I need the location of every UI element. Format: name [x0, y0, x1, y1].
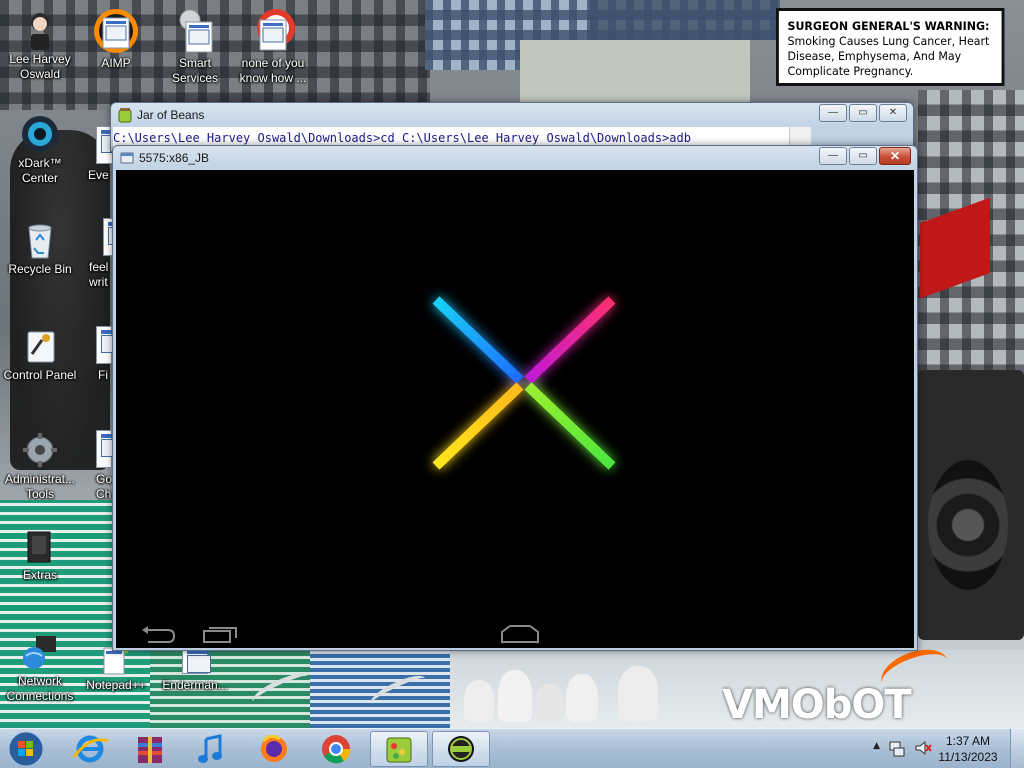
minimize-button[interactable]: — [819, 147, 847, 165]
android-boot-x-logo [432, 296, 616, 470]
desktop-icon-feel-writ[interactable]: feel writ [80, 218, 132, 290]
x-arm-cyan [432, 296, 524, 384]
volume-muted-icon[interactable] [914, 739, 932, 757]
building-lower-mid2 [310, 650, 450, 728]
warning-body: Smoking Causes Lung Cancer, Heart Diseas… [787, 34, 990, 78]
clock-date: 11/13/2023 [938, 750, 998, 764]
red-document-icon [250, 8, 296, 54]
minimize-icon: — [828, 107, 838, 118]
building-mid [520, 40, 750, 110]
extras-icon [20, 526, 60, 566]
jar-window-caption-buttons: — ▭ ✕ [819, 104, 907, 122]
gears-document-icon [172, 8, 218, 54]
x-arm-magenta [524, 296, 616, 384]
desktop-icon-smart-services[interactable]: Smart Services [155, 8, 235, 86]
show-desktop-button[interactable] [1010, 729, 1024, 768]
desktop-icon-lee-harvey-oswald[interactable]: Lee Harvey Oswald [0, 10, 80, 82]
desktop-icon-notepad-plus-plus[interactable]: Notepad++ [76, 646, 156, 693]
desktop-icon-aimp[interactable]: AIMP [76, 8, 156, 71]
x-arm-yellow [432, 382, 524, 470]
recycle-bin-icon [20, 220, 60, 260]
taskbar-chrome[interactable] [308, 731, 364, 767]
document-icon [94, 430, 125, 470]
close-button[interactable]: ✕ [879, 104, 907, 122]
close-button[interactable]: ✕ [879, 147, 911, 165]
taskbar-jar-of-beans[interactable] [370, 731, 428, 767]
control-panel-icon [20, 326, 60, 366]
jar-of-beans-icon [386, 737, 412, 763]
desktop-icon-extras[interactable]: Extras [0, 526, 80, 583]
desktop-icon-network-connections[interactable]: Network Connections [0, 632, 80, 704]
desktop-icon-xdark-center[interactable]: xDark™ Center [0, 114, 80, 186]
desktop-icon-control-panel[interactable]: Control Panel [0, 326, 80, 383]
internet-explorer-icon [72, 735, 109, 763]
desktop-icon-fi[interactable]: Fi [80, 326, 125, 383]
close-icon: ✕ [889, 149, 901, 163]
jar-of-beans-icon [117, 107, 133, 123]
emulator-caption-buttons: — ▭ ✕ [819, 147, 911, 165]
document-icon [94, 326, 125, 366]
admin-tools-icon [20, 430, 60, 470]
desktop-icon-administrative-tools[interactable]: Administrat... Tools [0, 430, 80, 502]
aimp-icon [93, 8, 139, 54]
maximize-icon: ▭ [858, 150, 868, 161]
close-icon: ✕ [888, 107, 898, 118]
jar-window-title: Jar of Beans [137, 108, 205, 122]
minimize-button[interactable]: — [819, 104, 847, 122]
start-orb-icon [8, 731, 44, 767]
android-emulator-icon [448, 736, 474, 762]
speaker-cone [928, 460, 1008, 590]
taskbar-winrar[interactable] [122, 731, 178, 767]
music-player-icon [198, 734, 222, 763]
taskbar-internet-explorer[interactable] [62, 731, 118, 767]
chrome-icon [322, 735, 351, 764]
jar-window-titlebar[interactable]: Jar of Beans — ▭ ✕ [111, 103, 913, 127]
winrar-icon [138, 737, 162, 763]
back-icon[interactable] [138, 624, 178, 644]
user-figure-icon [20, 10, 60, 50]
maximize-icon: ▭ [858, 107, 868, 118]
emulator-window-title: 5575:x86_JB [139, 151, 210, 165]
toilet-crowd [458, 660, 668, 728]
home-icon[interactable] [498, 622, 542, 644]
emulator-window-titlebar[interactable]: 5575:x86_JB — ▭ ✕ [113, 146, 917, 170]
taskbar-firefox[interactable] [246, 731, 302, 767]
maximize-button[interactable]: ▭ [849, 147, 877, 165]
x-arm-green [524, 382, 616, 470]
desktop-icon-go-ch[interactable]: Go Ch [80, 430, 125, 502]
building-right-top [590, 0, 780, 40]
surgeon-general-warning: SURGEON GENERAL'S WARNING: Smoking Cause… [776, 8, 1005, 86]
warning-heading: SURGEON GENERAL'S WARNING: [787, 19, 990, 33]
clock-time: 1:37 AM [945, 734, 991, 748]
taskbar: ▲ 1:37 AM 11/13/2023 [0, 728, 1024, 768]
android-emulator-window[interactable]: 5575:x86_JB — ▭ ✕ [112, 145, 918, 651]
taskbar-android-emulator[interactable] [432, 731, 490, 767]
speaker-figure [918, 370, 1024, 640]
network-icon [20, 632, 60, 672]
network-tray-icon[interactable] [888, 739, 906, 757]
android-nav-bar [116, 620, 914, 648]
emulator-window-icon [119, 150, 135, 166]
taskbar-music-player[interactable] [184, 731, 240, 767]
watermark-text: VMObOT [722, 682, 912, 728]
minimize-icon: — [828, 150, 838, 161]
clock[interactable]: 1:37 AM 11/13/2023 [938, 733, 998, 765]
android-screen[interactable] [116, 170, 914, 648]
start-button[interactable] [6, 730, 46, 768]
desktop-icon-recycle-bin[interactable]: Recycle Bin [0, 220, 80, 277]
xdark-center-icon [20, 114, 60, 154]
recents-icon[interactable] [200, 624, 240, 644]
show-hidden-icons-button[interactable]: ▲ [873, 741, 880, 751]
desktop-icon-none-of-you[interactable]: none of you know how ... [233, 8, 313, 86]
firefox-icon [261, 734, 287, 762]
maximize-button[interactable]: ▭ [849, 104, 877, 122]
red-cable [920, 180, 990, 370]
desktop-icon-enderman[interactable]: Enderman... [155, 646, 235, 693]
